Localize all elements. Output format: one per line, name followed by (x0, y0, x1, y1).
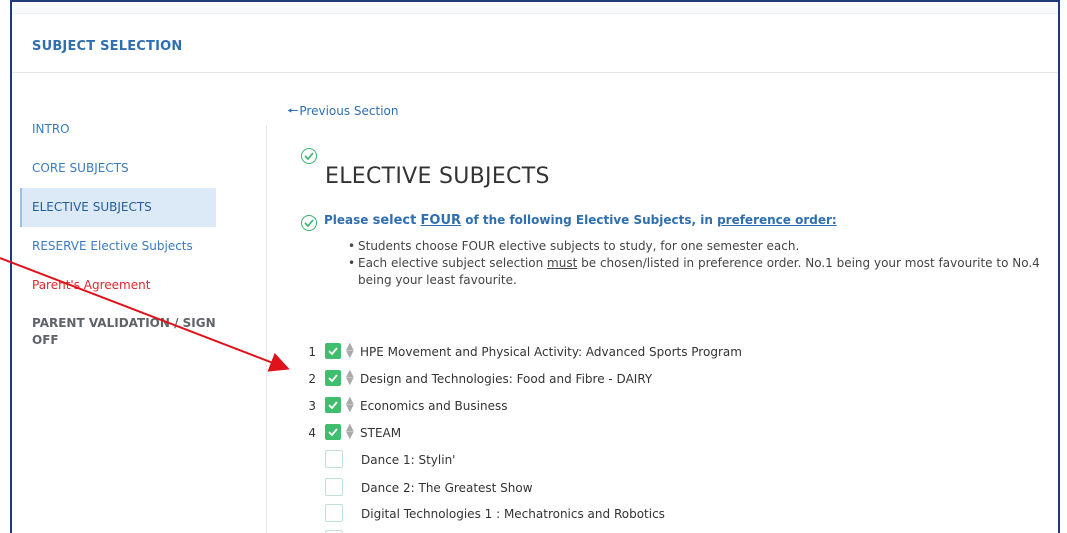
bullet-must: must (547, 256, 578, 270)
previous-section-link[interactable]: 🠔Previous Section (287, 102, 399, 124)
sidebar-item-core-subjects[interactable]: CORE SUBJECTS (20, 149, 216, 188)
preference-number: 2 (308, 372, 316, 386)
sort-icon[interactable]: ▲ ▼ (346, 423, 356, 441)
check-icon (328, 428, 338, 436)
subject-label: STEAM (360, 426, 402, 440)
top-strip (12, 2, 1058, 14)
sidebar-item-reserve-elective[interactable]: RESERVE Elective Subjects (20, 227, 216, 266)
preference-number: 4 (308, 426, 316, 440)
bullet-text: Students choose FOUR elective subjects t… (358, 239, 800, 253)
previous-section-label: Previous Section (299, 104, 399, 118)
circle-check-icon (301, 215, 317, 231)
checkbox-unchecked[interactable] (325, 504, 343, 522)
bullet-text: Each elective subject selection (358, 256, 548, 270)
instruction-four: FOUR (420, 213, 462, 228)
sort-icon[interactable]: ▲ ▼ (346, 396, 356, 414)
circle-check-icon (301, 148, 317, 164)
checkbox-checked[interactable] (325, 397, 341, 413)
option-label: Digital Technologies 1 : Mechatronics an… (361, 507, 665, 521)
preference-number: 3 (308, 399, 316, 413)
selection-instruction: Please select FOUR of the following Elec… (324, 213, 837, 228)
sidebar-item-intro[interactable]: INTRO (20, 110, 216, 149)
arrow-left-icon: 🠔 (287, 104, 299, 119)
sidebar-divider (266, 125, 267, 533)
instruction-bullets: Students choose FOUR elective subjects t… (348, 238, 1048, 289)
option-label: Dance 1: Stylin' (361, 453, 456, 467)
instruction-preference-order: preference order: (717, 213, 837, 227)
instruction-text: Please (324, 213, 373, 227)
bullet-item: Each elective subject selection must be … (348, 255, 1048, 289)
instruction-select: select (372, 213, 417, 228)
preference-number: 1 (308, 345, 316, 359)
sidebar-nav: INTRO CORE SUBJECTS ELECTIVE SUBJECTS RE… (20, 110, 216, 357)
checkbox-unchecked[interactable] (325, 478, 343, 496)
sidebar-item-elective-subjects[interactable]: ELECTIVE SUBJECTS (20, 188, 216, 227)
section-heading: ELECTIVE SUBJECTS (325, 164, 550, 189)
checkbox-checked[interactable] (325, 370, 341, 386)
checkbox-checked[interactable] (325, 424, 341, 440)
sort-icon[interactable]: ▲ ▼ (346, 369, 356, 387)
check-icon (328, 347, 338, 355)
option-label: Dance 2: The Greatest Show (361, 481, 533, 495)
instruction-text-mid: of the following Elective Subjects, in (461, 213, 718, 227)
checkbox-checked[interactable] (325, 343, 341, 359)
sidebar-item-parents-agreement[interactable]: Parent's Agreement (20, 266, 216, 305)
bullet-item: Students choose FOUR elective subjects t… (348, 238, 1048, 255)
subject-label: Economics and Business (360, 399, 508, 413)
page-title: SUBJECT SELECTION (32, 39, 183, 54)
page-header: SUBJECT SELECTION (12, 14, 1058, 73)
subject-label: Design and Technologies: Food and Fibre … (360, 372, 653, 386)
checkbox-unchecked[interactable] (325, 450, 343, 468)
check-icon (328, 374, 338, 382)
sort-icon[interactable]: ▲ ▼ (346, 342, 356, 360)
subject-label: HPE Movement and Physical Activity: Adva… (360, 345, 742, 359)
check-icon (328, 401, 338, 409)
sidebar-item-parent-validation[interactable]: PARENT VALIDATION / SIGN OFF (20, 305, 216, 357)
